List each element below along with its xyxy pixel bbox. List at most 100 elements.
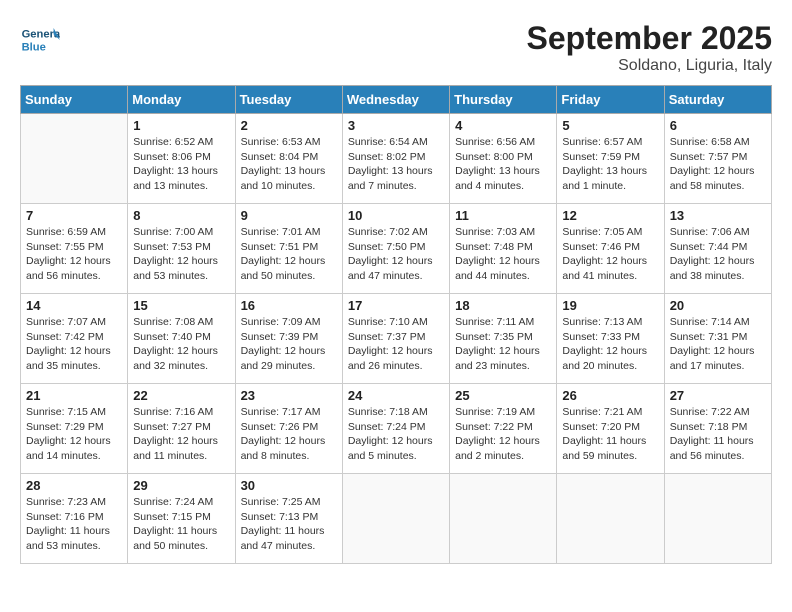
day-number: 26 xyxy=(562,388,658,403)
calendar-cell xyxy=(342,474,449,564)
calendar-cell xyxy=(450,474,557,564)
day-number: 7 xyxy=(26,208,122,223)
day-number: 27 xyxy=(670,388,766,403)
calendar-cell: 1 Sunrise: 6:52 AM Sunset: 8:06 PM Daylig… xyxy=(128,114,235,204)
calendar-cell: 5 Sunrise: 6:57 AM Sunset: 7:59 PM Daylig… xyxy=(557,114,664,204)
day-info: Sunrise: 6:59 AM Sunset: 7:55 PM Dayligh… xyxy=(26,225,122,284)
day-info: Sunrise: 7:21 AM Sunset: 7:20 PM Dayligh… xyxy=(562,405,658,464)
day-info: Sunrise: 7:17 AM Sunset: 7:26 PM Dayligh… xyxy=(241,405,337,464)
calendar-cell: 23 Sunrise: 7:17 AM Sunset: 7:26 PM Dayli… xyxy=(235,384,342,474)
calendar-cell: 18Sunrise: 7:11 AM Sunset: 7:35 PM Dayli… xyxy=(450,294,557,384)
header-saturday: Saturday xyxy=(664,86,771,114)
calendar-cell: 25 Sunrise: 7:19 AM Sunset: 7:22 PM Dayli… xyxy=(450,384,557,474)
calendar-cell: 20 Sunrise: 7:14 AM Sunset: 7:31 PM Dayli… xyxy=(664,294,771,384)
day-number: 5 xyxy=(562,118,658,133)
month-title: September 2025 xyxy=(527,20,772,57)
day-number: 9 xyxy=(241,208,337,223)
day-info: Sunrise: 6:54 AM Sunset: 8:02 PM Dayligh… xyxy=(348,135,444,194)
day-number: 25 xyxy=(455,388,551,403)
calendar-cell xyxy=(664,474,771,564)
day-number: 21 xyxy=(26,388,122,403)
calendar-cell: 2 Sunrise: 6:53 AM Sunset: 8:04 PM Daylig… xyxy=(235,114,342,204)
day-number: 14 xyxy=(26,298,122,313)
header-friday: Friday xyxy=(557,86,664,114)
day-info: Sunrise: 7:14 AM Sunset: 7:31 PM Dayligh… xyxy=(670,315,766,374)
day-info: Sunrise: 7:13 AM Sunset: 7:33 PM Dayligh… xyxy=(562,315,658,374)
day-number: 11 xyxy=(455,208,551,223)
calendar-cell: 7 Sunrise: 6:59 AM Sunset: 7:55 PM Daylig… xyxy=(21,204,128,294)
day-info: Sunrise: 7:01 AM Sunset: 7:51 PM Dayligh… xyxy=(241,225,337,284)
day-info: Sunrise: 7:16 AM Sunset: 7:27 PM Dayligh… xyxy=(133,405,229,464)
day-info: Sunrise: 7:18 AM Sunset: 7:24 PM Dayligh… xyxy=(348,405,444,464)
calendar-cell: 4Sunrise: 6:56 AM Sunset: 8:00 PM Daylig… xyxy=(450,114,557,204)
day-info: Sunrise: 6:56 AM Sunset: 8:00 PM Dayligh… xyxy=(455,135,551,194)
day-number: 19 xyxy=(562,298,658,313)
location-subtitle: Soldano, Liguria, Italy xyxy=(527,57,772,75)
calendar-cell: 19 Sunrise: 7:13 AM Sunset: 7:33 PM Dayli… xyxy=(557,294,664,384)
calendar-cell: 8Sunrise: 7:00 AM Sunset: 7:53 PM Daylig… xyxy=(128,204,235,294)
day-info: Sunrise: 7:09 AM Sunset: 7:39 PM Dayligh… xyxy=(241,315,337,374)
day-number: 30 xyxy=(241,478,337,493)
day-number: 15 xyxy=(133,298,229,313)
day-info: Sunrise: 7:23 AM Sunset: 7:16 PM Dayligh… xyxy=(26,495,122,554)
day-info: Sunrise: 7:19 AM Sunset: 7:22 PM Dayligh… xyxy=(455,405,551,464)
day-number: 13 xyxy=(670,208,766,223)
day-number: 24 xyxy=(348,388,444,403)
header-sunday: Sunday xyxy=(21,86,128,114)
week-row-4: 21 Sunrise: 7:15 AM Sunset: 7:29 PM Dayli… xyxy=(21,384,772,474)
day-info: Sunrise: 6:57 AM Sunset: 7:59 PM Dayligh… xyxy=(562,135,658,194)
calendar-cell: 9 Sunrise: 7:01 AM Sunset: 7:51 PM Daylig… xyxy=(235,204,342,294)
day-number: 3 xyxy=(348,118,444,133)
day-number: 10 xyxy=(348,208,444,223)
day-number: 1 xyxy=(133,118,229,133)
day-number: 6 xyxy=(670,118,766,133)
calendar-cell: 10 Sunrise: 7:02 AM Sunset: 7:50 PM Dayli… xyxy=(342,204,449,294)
day-info: Sunrise: 7:07 AM Sunset: 7:42 PM Dayligh… xyxy=(26,315,122,374)
calendar-cell: 29Sunrise: 7:24 AM Sunset: 7:15 PM Dayli… xyxy=(128,474,235,564)
svg-text:Blue: Blue xyxy=(22,41,46,53)
header-monday: Monday xyxy=(128,86,235,114)
day-info: Sunrise: 7:15 AM Sunset: 7:29 PM Dayligh… xyxy=(26,405,122,464)
day-info: Sunrise: 7:08 AM Sunset: 7:40 PM Dayligh… xyxy=(133,315,229,374)
day-info: Sunrise: 6:52 AM Sunset: 8:06 PM Dayligh… xyxy=(133,135,229,194)
week-row-5: 28 Sunrise: 7:23 AM Sunset: 7:16 PM Dayli… xyxy=(21,474,772,564)
day-info: Sunrise: 7:00 AM Sunset: 7:53 PM Dayligh… xyxy=(133,225,229,284)
calendar-table: Sunday Monday Tuesday Wednesday Thursday… xyxy=(20,85,772,564)
title-block: September 2025 Soldano, Liguria, Italy xyxy=(527,20,772,75)
week-row-3: 14 Sunrise: 7:07 AM Sunset: 7:42 PM Dayli… xyxy=(21,294,772,384)
day-number: 12 xyxy=(562,208,658,223)
day-number: 2 xyxy=(241,118,337,133)
calendar-cell: 13 Sunrise: 7:06 AM Sunset: 7:44 PM Dayli… xyxy=(664,204,771,294)
calendar-cell: 6 Sunrise: 6:58 AM Sunset: 7:57 PM Daylig… xyxy=(664,114,771,204)
day-number: 20 xyxy=(670,298,766,313)
day-number: 28 xyxy=(26,478,122,493)
week-row-2: 7 Sunrise: 6:59 AM Sunset: 7:55 PM Daylig… xyxy=(21,204,772,294)
day-info: Sunrise: 7:03 AM Sunset: 7:48 PM Dayligh… xyxy=(455,225,551,284)
calendar-cell: 21 Sunrise: 7:15 AM Sunset: 7:29 PM Dayli… xyxy=(21,384,128,474)
calendar-cell xyxy=(21,114,128,204)
calendar-cell: 27 Sunrise: 7:22 AM Sunset: 7:18 PM Dayli… xyxy=(664,384,771,474)
week-row-1: 1 Sunrise: 6:52 AM Sunset: 8:06 PM Daylig… xyxy=(21,114,772,204)
day-info: Sunrise: 7:22 AM Sunset: 7:18 PM Dayligh… xyxy=(670,405,766,464)
logo: General Blue xyxy=(20,20,64,60)
day-info: Sunrise: 7:24 AM Sunset: 7:15 PM Dayligh… xyxy=(133,495,229,554)
calendar-cell: 15 Sunrise: 7:08 AM Sunset: 7:40 PM Dayli… xyxy=(128,294,235,384)
day-number: 23 xyxy=(241,388,337,403)
calendar-cell: 12 Sunrise: 7:05 AM Sunset: 7:46 PM Dayli… xyxy=(557,204,664,294)
day-number: 16 xyxy=(241,298,337,313)
calendar-cell: 30Sunrise: 7:25 AM Sunset: 7:13 PM Dayli… xyxy=(235,474,342,564)
calendar-cell: 17Sunrise: 7:10 AM Sunset: 7:37 PM Dayli… xyxy=(342,294,449,384)
day-info: Sunrise: 7:06 AM Sunset: 7:44 PM Dayligh… xyxy=(670,225,766,284)
day-info: Sunrise: 6:53 AM Sunset: 8:04 PM Dayligh… xyxy=(241,135,337,194)
day-number: 22 xyxy=(133,388,229,403)
calendar-cell: 3 Sunrise: 6:54 AM Sunset: 8:02 PM Daylig… xyxy=(342,114,449,204)
calendar-cell: 22 Sunrise: 7:16 AM Sunset: 7:27 PM Dayli… xyxy=(128,384,235,474)
calendar-cell: 24 Sunrise: 7:18 AM Sunset: 7:24 PM Dayli… xyxy=(342,384,449,474)
day-number: 17 xyxy=(348,298,444,313)
day-info: Sunrise: 7:05 AM Sunset: 7:46 PM Dayligh… xyxy=(562,225,658,284)
day-info: Sunrise: 7:02 AM Sunset: 7:50 PM Dayligh… xyxy=(348,225,444,284)
calendar-cell: 11 Sunrise: 7:03 AM Sunset: 7:48 PM Dayli… xyxy=(450,204,557,294)
header-tuesday: Tuesday xyxy=(235,86,342,114)
calendar-cell: 28 Sunrise: 7:23 AM Sunset: 7:16 PM Dayli… xyxy=(21,474,128,564)
day-info: Sunrise: 6:58 AM Sunset: 7:57 PM Dayligh… xyxy=(670,135,766,194)
